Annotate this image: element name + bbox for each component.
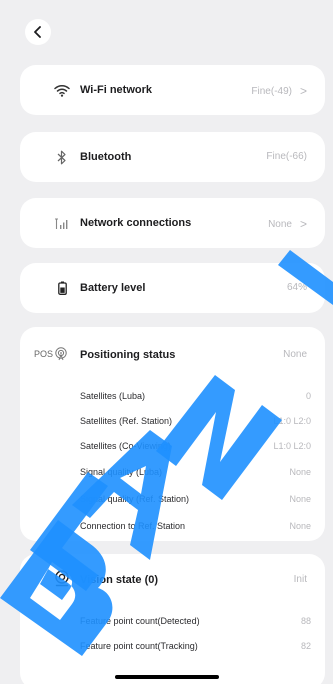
chevron-right-icon: > <box>299 217 307 231</box>
list-item: Satellites (Luba) 0 <box>80 391 311 401</box>
sub-row-label: Signal quality (Ref. Station) <box>80 494 190 504</box>
wifi-icon <box>46 78 78 102</box>
vision-label: Vision state (0) <box>80 574 159 586</box>
list-item: Satellites (Ref. Station) L1:0 L2:0 <box>80 416 311 426</box>
sub-row-value: None <box>289 494 311 504</box>
sub-row-value: None <box>289 467 311 477</box>
sub-row-value: 82 <box>300 641 311 651</box>
wifi-label: Wi-Fi network <box>80 84 153 96</box>
list-item: Connection to Ref. Station None <box>80 521 311 531</box>
network-value: None <box>268 218 292 230</box>
home-indicator <box>115 675 219 679</box>
positioning-value: None <box>283 349 307 360</box>
list-item: Signal quality (Luba) None <box>80 467 311 477</box>
list-item: Satellites (Co-Viewing) L1:0 L2:0 <box>80 441 311 451</box>
sub-row-value: L1:0 L2:0 <box>273 416 311 426</box>
signal-bars-icon <box>46 211 78 235</box>
sub-row-value: None <box>289 521 311 531</box>
sub-row-label: Feature point count(Tracking) <box>80 641 198 651</box>
positioning-label: Positioning status <box>80 349 176 361</box>
sub-row-label: Connection to Ref. Station <box>80 521 186 531</box>
battery-value-group: 64% <box>287 282 307 293</box>
list-item: Feature point count(Detected) 88 <box>80 616 311 626</box>
positioning-value-group: None <box>283 349 307 360</box>
network-value-group: None > <box>268 217 307 231</box>
vision-card: Vision state (0) Init Feature point coun… <box>20 554 325 684</box>
battery-card: Battery level 64% <box>20 263 325 313</box>
vision-value: Init <box>293 574 307 585</box>
vision-value-group: Init <box>294 574 307 585</box>
battery-value: 64% <box>286 282 307 293</box>
list-item: Signal quality (Ref. Station) None <box>80 494 311 504</box>
sub-row-value: L1:0 L2:0 <box>273 441 311 451</box>
positioning-icon-group: POS <box>34 347 68 361</box>
satellite-icon <box>55 347 67 361</box>
wifi-value: Fine(-49) <box>251 85 292 97</box>
wifi-card[interactable]: Wi-Fi network Fine(-49) > <box>20 65 325 115</box>
sub-row-label: Feature point count(Detected) <box>80 616 200 626</box>
battery-label: Battery level <box>80 282 146 294</box>
bluetooth-value-group: Fine(-66) <box>266 151 307 162</box>
wifi-value-group: Fine(-49) > <box>251 84 307 98</box>
battery-icon <box>46 276 78 300</box>
sub-row-label: Satellites (Ref. Station) <box>80 416 173 426</box>
back-button[interactable] <box>25 19 51 45</box>
chevron-right-icon: > <box>299 84 307 98</box>
bluetooth-label: Bluetooth <box>80 151 132 163</box>
positioning-card: POS Positioning status None Satellites (… <box>20 327 325 541</box>
network-card[interactable]: Network connections None > <box>20 198 325 248</box>
pos-prefix: POS <box>34 349 54 359</box>
sub-row-label: Satellites (Co-Viewing) <box>80 441 171 451</box>
camera-lens-icon <box>46 566 78 590</box>
bluetooth-value: Fine(-66) <box>266 151 307 162</box>
network-label: Network connections <box>80 217 192 229</box>
sub-row-label: Satellites (Luba) <box>80 391 146 401</box>
sub-row-value: 88 <box>300 616 311 626</box>
sub-row-label: Signal quality (Luba) <box>80 467 163 477</box>
bluetooth-card: Bluetooth Fine(-66) <box>20 132 325 182</box>
list-item: Feature point count(Tracking) 82 <box>80 641 311 651</box>
chevron-left-icon <box>34 26 41 38</box>
sub-row-value: 0 <box>305 391 311 401</box>
bluetooth-icon <box>46 145 78 169</box>
